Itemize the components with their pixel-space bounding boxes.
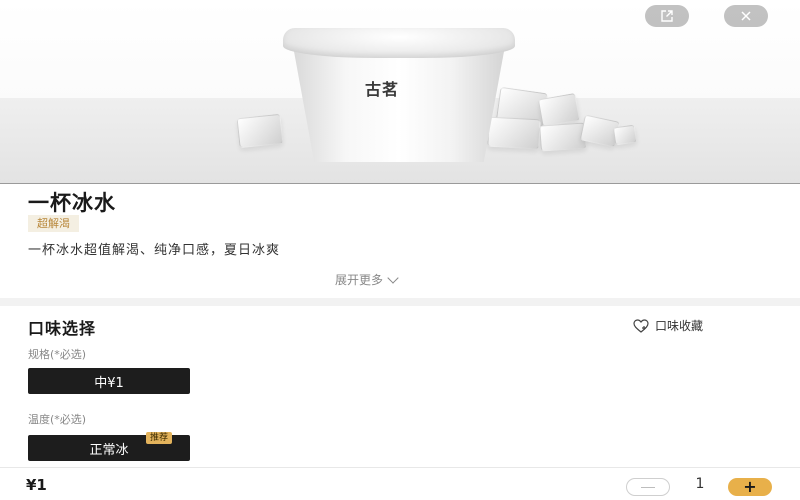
section-separator <box>0 298 800 306</box>
total-price: ¥1 <box>26 476 47 494</box>
expand-more-label: 展开更多 <box>335 273 384 287</box>
heart-icon <box>633 318 649 333</box>
chevron-down-icon <box>387 271 399 284</box>
cup-logo: 古茗 <box>365 80 400 99</box>
quantity-value: 1 <box>695 476 705 492</box>
expand-more-button[interactable]: 展开更多 <box>335 271 399 288</box>
ice-cube <box>236 113 284 149</box>
spec-group-label: 规格(*必选) <box>28 348 87 361</box>
favorite-flavor-label: 口味收藏 <box>655 319 704 333</box>
plus-icon: + <box>743 477 757 496</box>
recommended-badge: 推荐 <box>146 432 173 444</box>
product-description: 一杯冰水超值解渴、纯净口感，夏日冰爽 <box>28 243 281 258</box>
minus-icon <box>641 486 655 488</box>
options-section-title: 口味选择 <box>28 319 97 338</box>
decrease-quantity-button[interactable] <box>626 478 670 496</box>
share-icon <box>661 10 673 22</box>
spec-option-medium[interactable]: 中¥1 <box>28 368 190 394</box>
close-button[interactable] <box>724 5 768 27</box>
favorite-flavor-button[interactable]: 口味收藏 <box>633 317 703 334</box>
product-tag: 超解渴 <box>28 215 79 232</box>
bottom-bar-divider <box>0 467 800 468</box>
ice-cube <box>612 124 638 146</box>
increase-quantity-button[interactable]: + <box>728 478 772 496</box>
cup-image: 古茗 <box>283 28 515 162</box>
share-button[interactable] <box>645 5 689 27</box>
product-title: 一杯冰水 <box>28 191 116 215</box>
cup-body <box>293 46 505 162</box>
product-image: 古茗 <box>0 0 800 183</box>
divider <box>0 183 800 184</box>
temperature-group-label: 温度(*必选) <box>28 413 87 426</box>
close-icon <box>741 11 751 21</box>
cup-ice-top <box>283 28 515 58</box>
